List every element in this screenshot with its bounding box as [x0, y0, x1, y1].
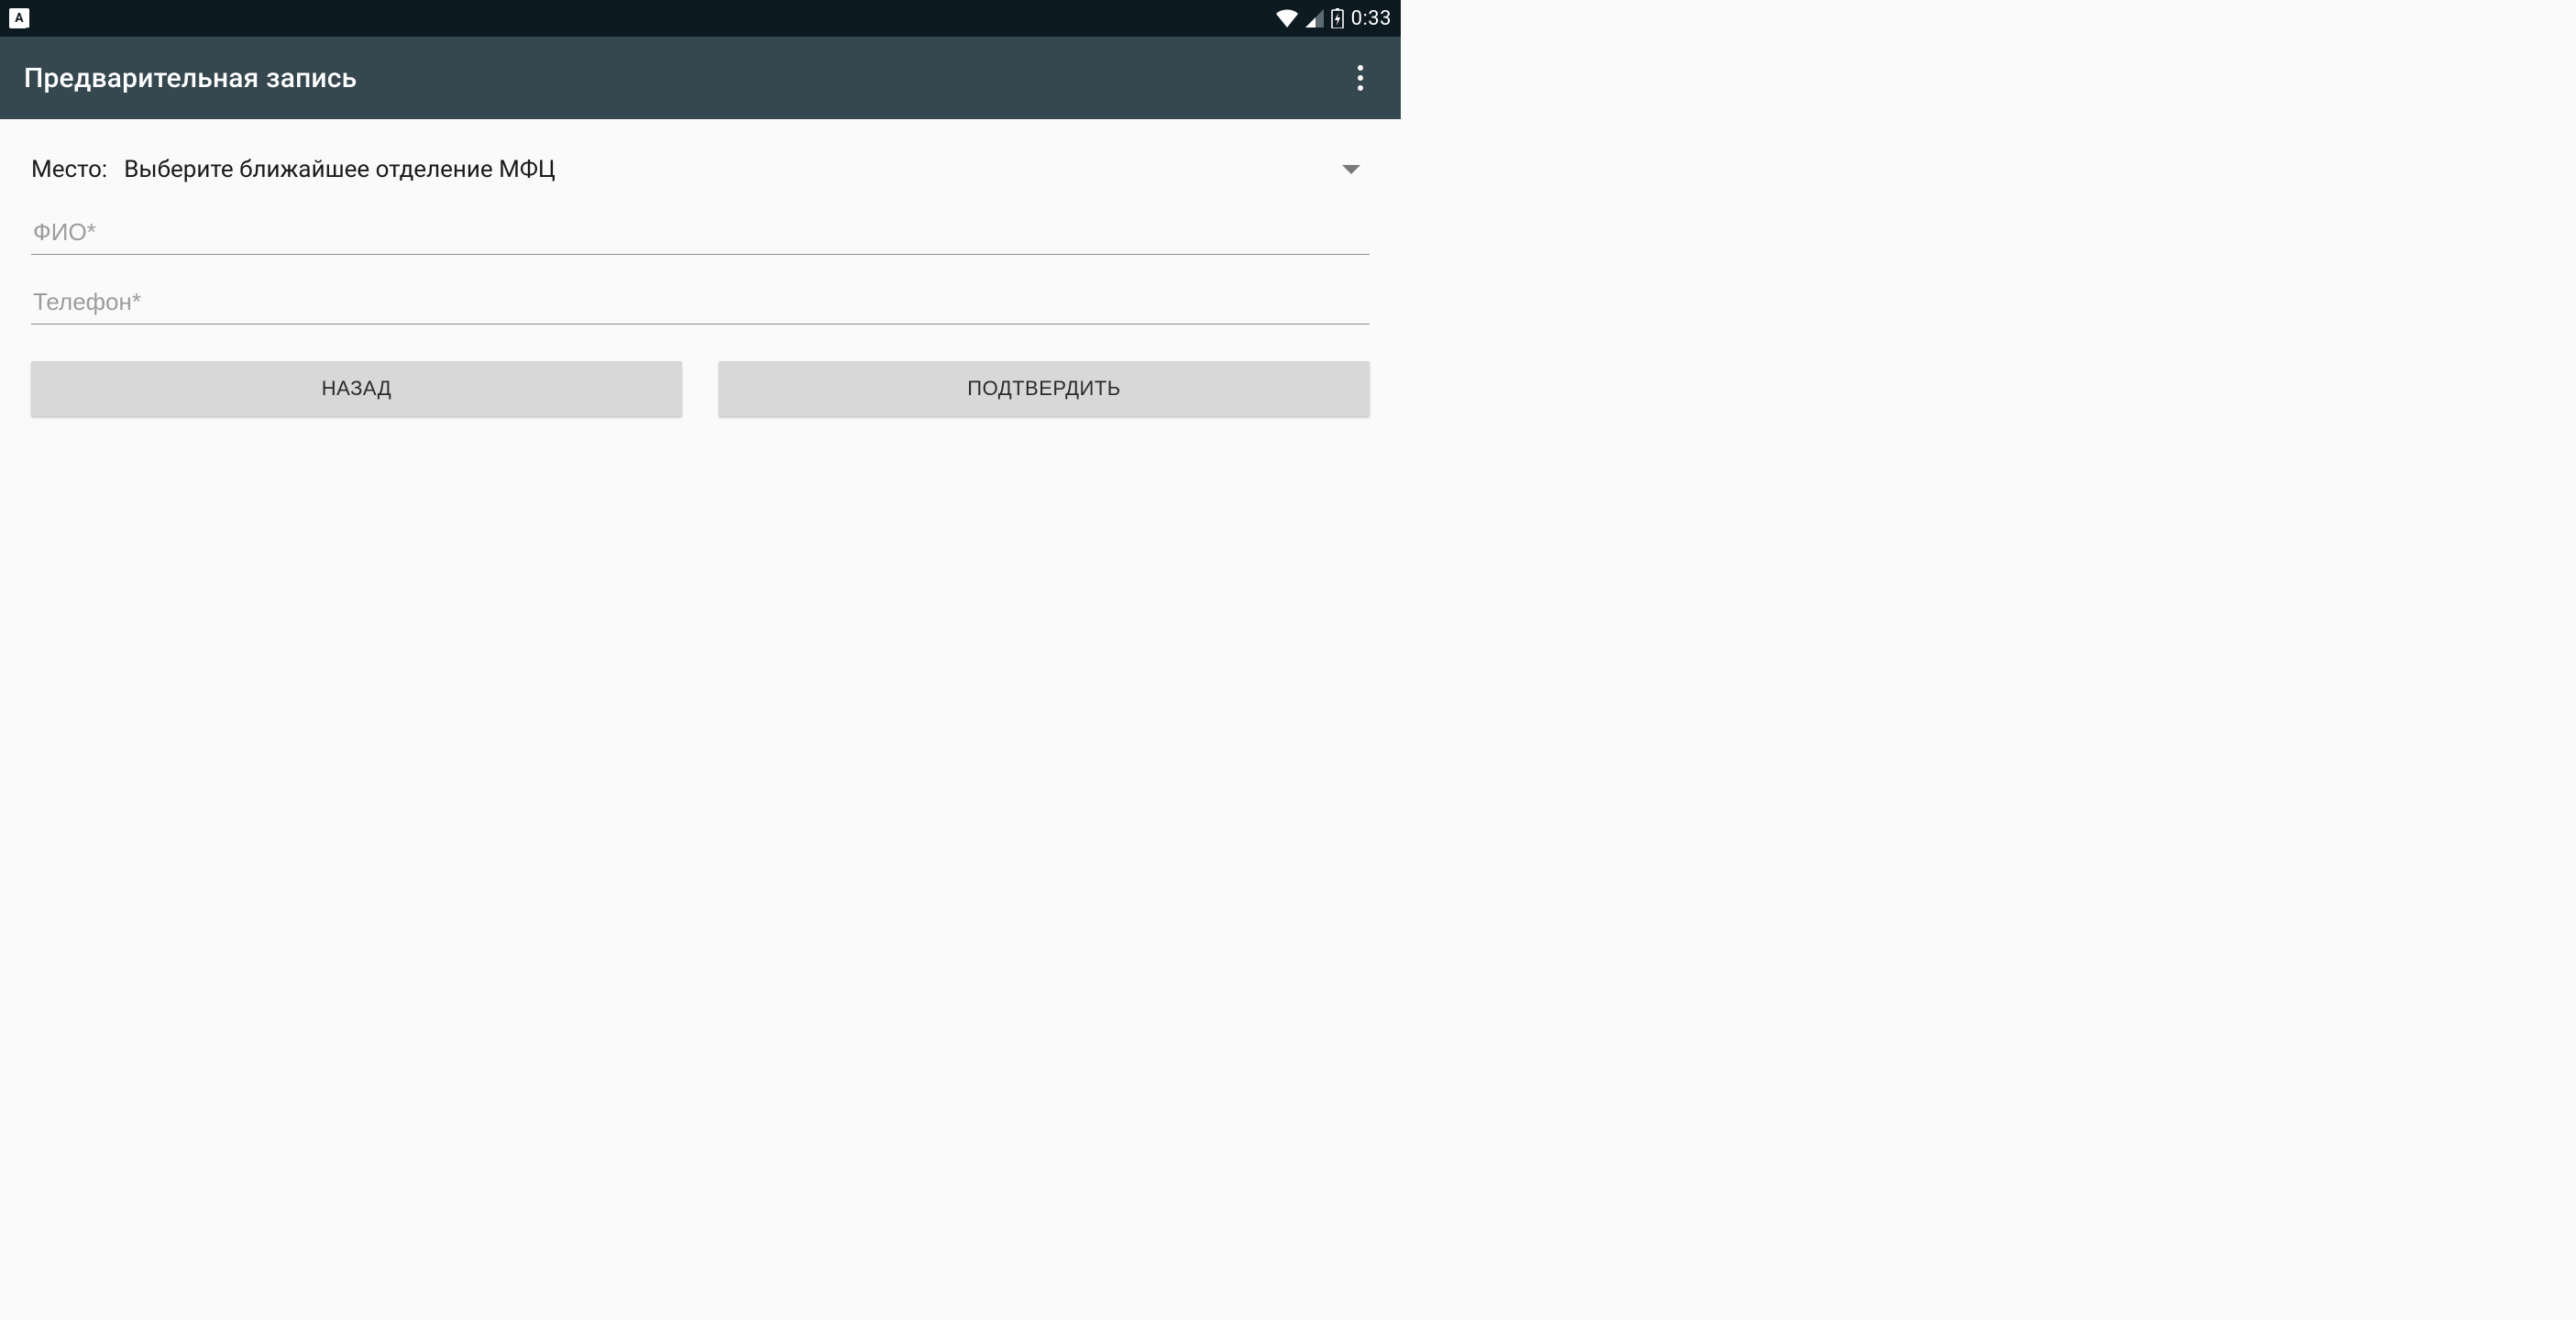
- name-input[interactable]: [31, 211, 1370, 255]
- battery-charging-icon: [1331, 8, 1344, 28]
- overflow-menu-button[interactable]: [1344, 61, 1377, 94]
- status-bar: A 0:33: [0, 0, 1401, 37]
- back-button[interactable]: НАЗАД: [31, 361, 682, 416]
- keyboard-indicator-icon: A: [9, 8, 29, 28]
- place-row: Место: Выберите ближайшее отделение МФЦ: [28, 156, 1373, 183]
- form-content: Место: Выберите ближайшее отделение МФЦ …: [0, 119, 1401, 416]
- place-spinner-text: Выберите ближайшее отделение МФЦ: [124, 156, 1342, 183]
- chevron-down-icon: [1342, 165, 1360, 174]
- phone-input[interactable]: [31, 280, 1370, 324]
- name-field-wrapper: [31, 211, 1370, 255]
- confirm-button[interactable]: ПОДТВЕРДИТЬ: [719, 361, 1370, 416]
- clock-text: 0:33: [1351, 7, 1392, 30]
- screen-root: A 0:33 Предварительна: [0, 0, 1401, 718]
- app-bar: Предварительная запись: [0, 37, 1401, 119]
- page-title: Предварительная запись: [24, 62, 357, 94]
- cell-signal-icon: [1305, 9, 1324, 28]
- wifi-icon: [1276, 9, 1298, 28]
- place-spinner[interactable]: Выберите ближайшее отделение МФЦ: [124, 156, 1370, 183]
- button-row: НАЗАД ПОДТВЕРДИТЬ: [28, 361, 1373, 416]
- place-label: Место:: [31, 156, 107, 183]
- phone-field-wrapper: [31, 280, 1370, 324]
- more-vert-icon: [1358, 65, 1363, 71]
